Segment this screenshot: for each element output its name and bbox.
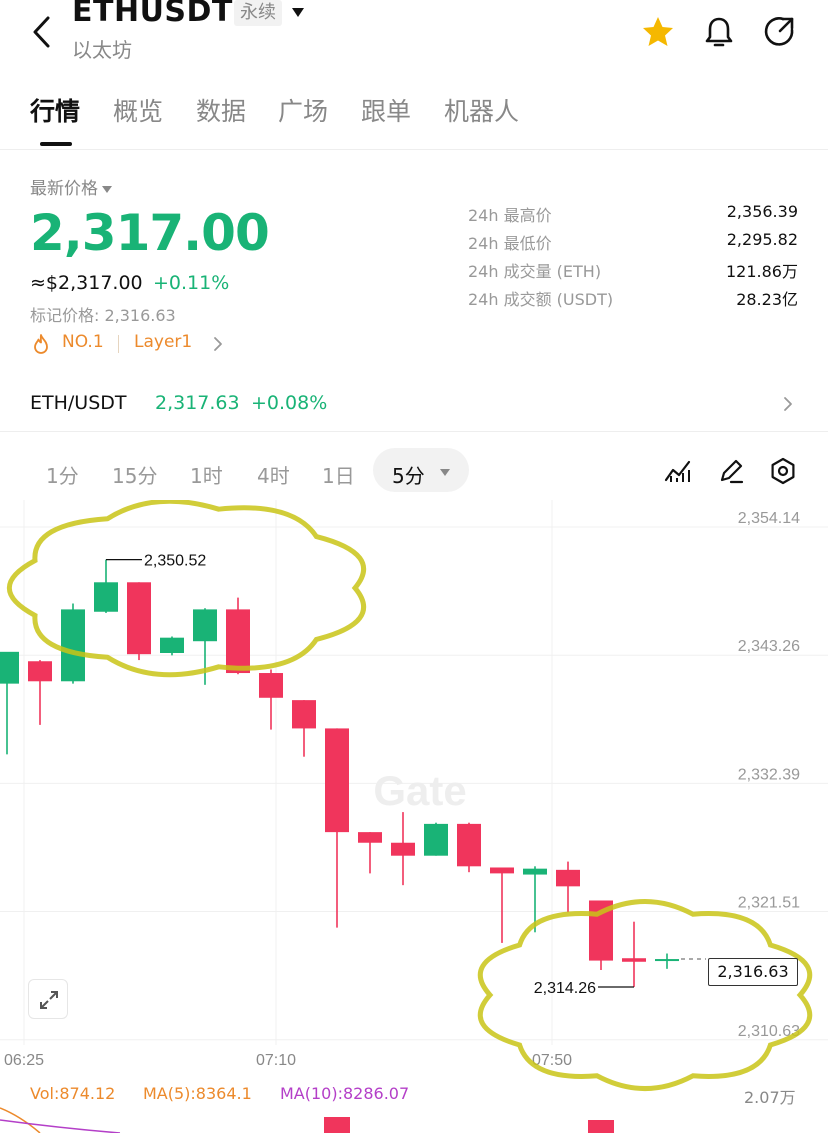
tab-copy-trading[interactable]: 跟单 — [361, 92, 411, 128]
candle-body — [655, 959, 679, 962]
volume-bar — [588, 1120, 614, 1133]
candle-body — [127, 582, 151, 655]
x-tick-label: 06:25 — [4, 1052, 44, 1069]
caret-down-icon — [102, 185, 112, 193]
share-icon[interactable] — [761, 14, 797, 50]
symbol-title[interactable]: ETHUSDT — [72, 0, 233, 29]
ma10-line — [0, 1119, 121, 1133]
high-price-label: 2,350.52 — [144, 553, 206, 570]
stat-value: 2,356.39 — [726, 202, 798, 221]
interval-1m[interactable]: 1分 — [46, 460, 79, 489]
interval-15m[interactable]: 15分 — [112, 460, 157, 489]
rank-tag: NO.1 — [62, 332, 104, 352]
candle-body — [226, 609, 250, 674]
candle-body — [160, 637, 184, 653]
tab-data[interactable]: 数据 — [196, 92, 246, 128]
back-icon[interactable] — [28, 12, 56, 52]
candle-body — [391, 842, 415, 856]
candle-body — [325, 728, 349, 833]
x-tick-label: 07:10 — [256, 1052, 296, 1069]
latest-price-label-text: 最新价格 — [30, 179, 98, 199]
active-tab-indicator — [40, 142, 72, 146]
perpetual-tag: 永续 — [234, 0, 282, 26]
caret-down-icon — [440, 469, 450, 476]
asset-name: 以太坊 — [72, 38, 132, 62]
candle-body — [94, 582, 118, 612]
tag-divider — [118, 335, 119, 353]
symbol-dropdown-icon[interactable] — [292, 8, 304, 17]
candle-body — [193, 609, 217, 642]
stat-label: 24h 最低价 — [468, 234, 552, 253]
star-icon[interactable] — [640, 14, 676, 50]
tab-bots[interactable]: 机器人 — [444, 92, 519, 128]
candle-body — [358, 832, 382, 843]
change-percent: +0.11% — [153, 272, 230, 294]
candle-body — [0, 651, 19, 684]
stat-value: 121.86万 — [726, 262, 798, 281]
candle-body — [457, 823, 481, 867]
stat-value: 2,295.82 — [726, 230, 798, 249]
candlestick-chart[interactable]: Gate 2,350.52 2,314.26 2,354.14 2,343.26 2,… — [0, 500, 828, 1133]
stat-label: 24h 成交额 (USDT) — [468, 290, 614, 309]
pair-change: +0.08% — [251, 392, 328, 414]
category-tag: Layer1 — [134, 332, 193, 352]
y-tick-label: 2,321.51 — [738, 895, 800, 912]
spot-pair-row[interactable]: ETH/USDT 2,317.63 +0.08% — [0, 380, 828, 432]
bell-icon[interactable] — [701, 14, 737, 50]
stat-value: 28.23亿 — [736, 290, 798, 309]
indicator-icon[interactable] — [663, 456, 693, 486]
yellow-scribble-cloud — [477, 899, 813, 1091]
interval-5m-label: 5分 — [392, 464, 425, 488]
y-tick-label: 2,354.14 — [738, 510, 800, 527]
interval-4h[interactable]: 4时 — [257, 460, 290, 489]
flame-icon — [34, 334, 48, 354]
candle-body — [523, 868, 547, 875]
settings-icon[interactable] — [768, 456, 798, 486]
tab-square[interactable]: 广场 — [278, 92, 328, 128]
usd-price: ≈$2,317.00 — [30, 272, 143, 294]
candle-body — [259, 673, 283, 698]
last-price: 2,317.00 — [30, 204, 270, 262]
expand-chart-button[interactable] — [28, 979, 68, 1019]
tab-overview[interactable]: 概览 — [113, 92, 163, 128]
ma10-label: MA(10):8286.07 — [280, 1084, 410, 1103]
candle-body — [292, 700, 316, 729]
low-price-label: 2,314.26 — [534, 980, 596, 997]
volume-label: Vol:874.12 — [30, 1084, 116, 1103]
expand-icon — [40, 991, 58, 1009]
chart-watermark: Gate — [373, 767, 466, 814]
chevron-right-icon — [784, 397, 792, 411]
tab-market[interactable]: 行情 — [30, 92, 80, 128]
pair-name: ETH/USDT — [30, 392, 127, 414]
app-header: ETHUSDT 永续 以太坊 — [0, 0, 828, 72]
candle-body — [556, 869, 580, 887]
volume-bar — [324, 1117, 350, 1133]
stat-label: 24h 成交量 (ETH) — [468, 262, 602, 281]
y-tick-label: 2,343.26 — [738, 638, 800, 655]
mark-price: 标记价格: 2,316.63 — [30, 306, 176, 325]
candle-body — [61, 609, 85, 682]
candle-body — [424, 823, 448, 856]
candle-body — [28, 661, 52, 682]
y-tick-label: 2,332.39 — [738, 766, 800, 783]
interval-1h[interactable]: 1时 — [190, 460, 223, 489]
stat-label: 24h 最高价 — [468, 206, 552, 225]
interval-1d[interactable]: 1日 — [322, 460, 355, 489]
chevron-right-icon — [214, 337, 222, 351]
latest-price-label[interactable]: 最新价格 — [30, 174, 112, 199]
main-tabs: 行情 概览 数据 广场 跟单 机器人 — [0, 88, 828, 150]
current-price-marker: 2,316.63 — [708, 958, 798, 986]
pair-price: 2,317.63 — [155, 392, 240, 414]
volume-axis-label: 2.07万 — [744, 1088, 796, 1107]
draw-icon[interactable] — [716, 456, 746, 486]
candle-body — [490, 867, 514, 874]
candle-body — [622, 958, 646, 962]
ma5-label: MA(5):8364.1 — [143, 1084, 252, 1103]
